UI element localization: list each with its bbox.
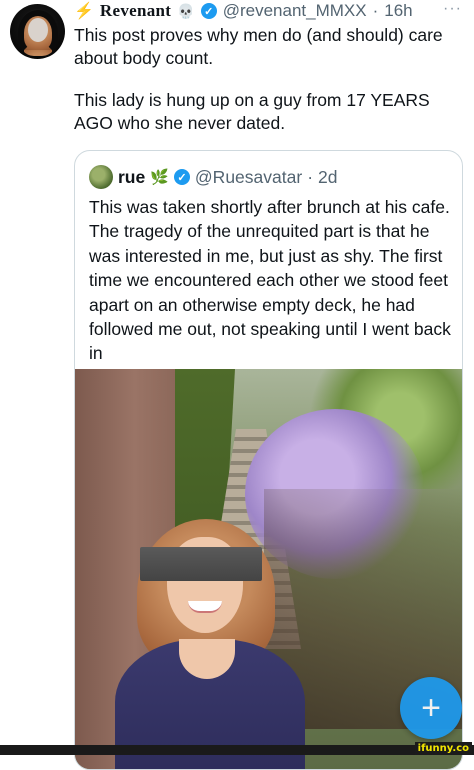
author-name[interactable]: Revenant (100, 1, 171, 21)
post-line: This post proves why men do (and should)… (74, 25, 443, 68)
quoted-author-name[interactable]: rue (118, 167, 145, 188)
avatar-face (28, 18, 48, 42)
herb-icon: 🌿 (150, 169, 169, 186)
post-body: This post proves why men do (and should)… (74, 24, 464, 154)
post-line: This lady is hung up on a guy from 17 YE… (74, 90, 430, 133)
quoted-post-photo[interactable]: + (75, 369, 462, 769)
post-time[interactable]: 16h (384, 1, 412, 21)
quoted-post-time[interactable]: 2d (318, 167, 337, 188)
compose-button[interactable]: + (400, 677, 462, 739)
footer-bar (0, 745, 474, 755)
post-header: ⚡ Revenant 💀 ✓ @revenant_MMXX · 16h (74, 0, 464, 22)
more-options-icon[interactable]: ··· (443, 0, 462, 18)
quoted-post-header: rue 🌿 ✓ @Ruesavatar · 2d (89, 165, 337, 189)
verified-badge-icon: ✓ (173, 169, 190, 185)
quoted-post[interactable]: rue 🌿 ✓ @Ruesavatar · 2d This was taken … (74, 150, 463, 770)
quoted-avatar[interactable] (89, 165, 113, 189)
author-handle[interactable]: @revenant_MMXX (223, 1, 367, 21)
separator: · (372, 1, 379, 20)
skull-icon: 💀 (177, 2, 195, 19)
quoted-author-handle[interactable]: @Ruesavatar (195, 167, 302, 188)
plus-icon: + (421, 688, 441, 727)
censor-bar (140, 547, 262, 581)
lightning-icon: ⚡ (74, 3, 94, 20)
quoted-post-text: This was taken shortly after brunch at h… (89, 197, 451, 364)
verified-badge-icon: ✓ (200, 3, 217, 19)
separator: · (307, 166, 314, 187)
author-avatar[interactable] (10, 4, 65, 59)
watermark: ifunny.co (414, 742, 472, 755)
